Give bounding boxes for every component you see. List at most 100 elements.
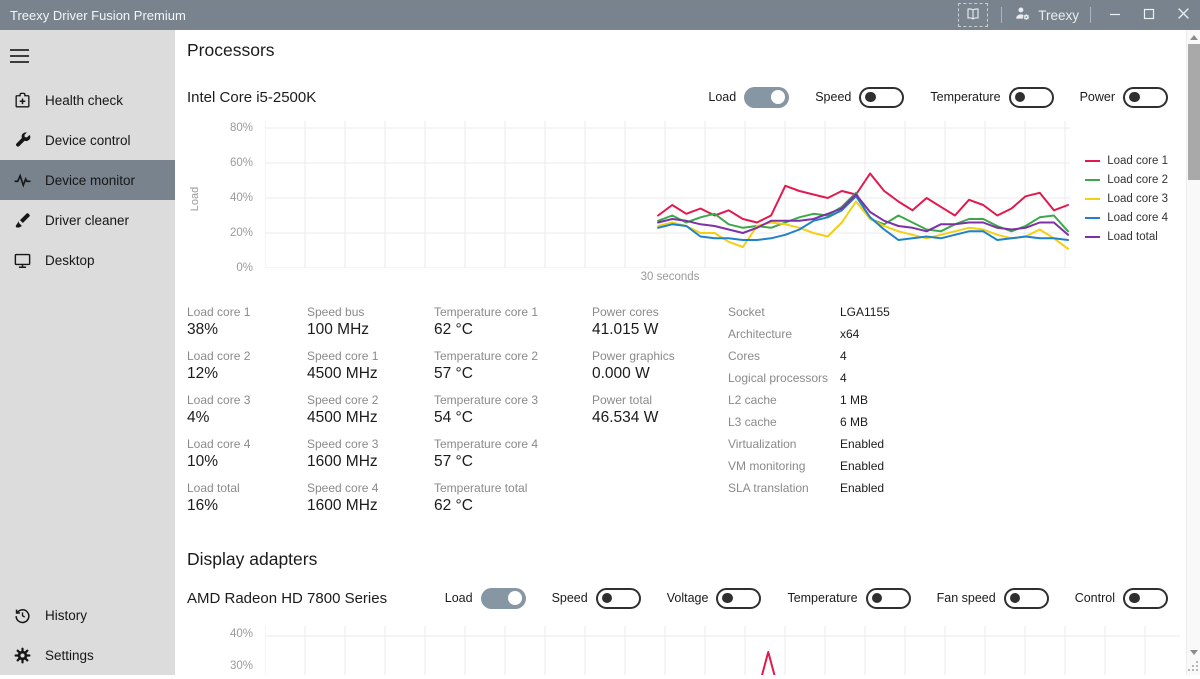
- series-swatch: [1085, 236, 1100, 239]
- ytick-60: 60%: [187, 156, 253, 170]
- cpu-load-chart: Load 80% 60% 40% 20% 0% 30 seconds Load …: [187, 121, 1168, 285]
- toggle-switch[interactable]: [596, 588, 641, 609]
- series-swatch: [1085, 217, 1100, 220]
- property-socket: SocketLGA1155: [728, 305, 890, 319]
- property-vm-monitoring: VM monitoringEnabled: [728, 459, 890, 473]
- toggle-switch[interactable]: [1004, 588, 1049, 609]
- stat-temp-core-3: Temperature core 354 °C: [434, 393, 592, 427]
- sidebar-item-label: Device control: [45, 133, 131, 148]
- stat-power-cores: Power cores41.015 W: [592, 305, 728, 339]
- cpu-toggle-temperature[interactable]: Temperature: [930, 87, 1053, 108]
- toggle-switch[interactable]: [866, 588, 911, 609]
- toggle-switch[interactable]: [716, 588, 761, 609]
- account-button[interactable]: Treexy: [1009, 0, 1083, 30]
- stat-temp-core-2: Temperature core 257 °C: [434, 349, 592, 383]
- scroll-thumb[interactable]: [1188, 44, 1200, 180]
- legend-item: Load core 2: [1085, 174, 1168, 186]
- scroll-up-button[interactable]: [1187, 30, 1200, 44]
- ytick-20: 20%: [187, 226, 253, 240]
- stat-load-total: Load total16%: [187, 481, 307, 515]
- ytick-40: 40%: [187, 627, 253, 641]
- toggle-switch[interactable]: [481, 588, 526, 609]
- close-icon: [1177, 7, 1190, 23]
- wrench-icon: [12, 130, 32, 150]
- scrollbar[interactable]: [1186, 30, 1200, 675]
- first-aid-kit-icon: [12, 90, 32, 110]
- sidebar-item-settings[interactable]: Settings: [0, 635, 175, 675]
- legend-item: Load total: [1085, 231, 1168, 243]
- scroll-down-button[interactable]: [1187, 645, 1200, 659]
- stat-speed-core-1: Speed core 14500 MHz: [307, 349, 434, 383]
- property-logical-processors: Logical processors4: [728, 371, 890, 385]
- hamburger-icon: [10, 49, 29, 51]
- stats-load-column: Load core 138% Load core 212% Load core …: [187, 305, 307, 525]
- sidebar-item-driver-cleaner[interactable]: Driver cleaner: [0, 200, 175, 240]
- toggle-switch[interactable]: [1123, 87, 1168, 108]
- stats-power-column: Power cores41.015 W Power graphics0.000 …: [592, 305, 728, 525]
- menu-toggle-button[interactable]: [10, 44, 38, 68]
- ytick-0: 0%: [187, 261, 253, 275]
- sidebar-item-health-check[interactable]: Health check: [0, 80, 175, 120]
- cpu-stats: Load core 138% Load core 212% Load core …: [187, 305, 1168, 525]
- user-gear-icon: [1013, 4, 1032, 26]
- sidebar-item-device-monitor[interactable]: Device monitor: [0, 160, 175, 200]
- stat-load-core-3: Load core 34%: [187, 393, 307, 427]
- toggle-switch[interactable]: [1123, 588, 1168, 609]
- cpu-toggle-power[interactable]: Power: [1080, 87, 1168, 108]
- cpu-toggle-speed[interactable]: Speed: [815, 87, 904, 108]
- pulse-icon: [12, 170, 32, 190]
- stat-speed-core-4: Speed core 41600 MHz: [307, 481, 434, 515]
- monitor-icon: [12, 250, 32, 270]
- maximize-button[interactable]: [1132, 0, 1166, 30]
- stat-power-total: Power total46.534 W: [592, 393, 728, 427]
- titlebar-separator: [1090, 7, 1091, 23]
- gpu-toggle-control[interactable]: Control: [1075, 588, 1168, 609]
- open-book-icon: [964, 6, 982, 25]
- stat-speed-core-2: Speed core 24500 MHz: [307, 393, 434, 427]
- toggle-switch[interactable]: [859, 87, 904, 108]
- series-swatch: [1085, 160, 1100, 163]
- gpu-toggle-load[interactable]: Load: [445, 588, 526, 609]
- gpu-device-name: AMD Radeon HD 7800 Series: [187, 590, 387, 607]
- titlebar-separator: [1001, 7, 1002, 23]
- toggle-switch[interactable]: [1009, 87, 1054, 108]
- gpu-toggle-temperature[interactable]: Temperature: [787, 588, 910, 609]
- stat-load-core-1: Load core 138%: [187, 305, 307, 339]
- ytick-40: 40%: [187, 191, 253, 205]
- main-content: Processors Intel Core i5-2500K Load Spee…: [175, 30, 1186, 675]
- brush-icon: [12, 210, 32, 230]
- maximize-icon: [1143, 8, 1155, 23]
- ytick-30: 30%: [187, 659, 253, 673]
- sidebar-item-device-control[interactable]: Device control: [0, 120, 175, 160]
- stats-speed-column: Speed bus100 MHz Speed core 14500 MHz Sp…: [307, 305, 434, 525]
- titlebar: Treexy Driver Fusion Premium: [0, 0, 1200, 30]
- minimize-button[interactable]: [1098, 0, 1132, 30]
- sidebar-item-label: Health check: [45, 93, 123, 108]
- section-title-processors: Processors: [187, 40, 1168, 61]
- sidebar-item-label: Device monitor: [45, 173, 135, 188]
- guide-button[interactable]: [958, 3, 988, 27]
- sidebar-item-label: Desktop: [45, 253, 95, 268]
- cpu-device-row: Intel Core i5-2500K Load Speed Temperatu…: [187, 83, 1168, 111]
- sidebar-item-desktop[interactable]: Desktop: [0, 240, 175, 280]
- minimize-icon: [1109, 8, 1121, 23]
- property-architecture: Architecturex64: [728, 327, 890, 341]
- property-cores: Cores4: [728, 349, 890, 363]
- stat-temp-core-1: Temperature core 162 °C: [434, 305, 592, 339]
- sidebar-item-history[interactable]: History: [0, 595, 175, 635]
- stats-temperature-column: Temperature core 162 °C Temperature core…: [434, 305, 592, 525]
- gpu-toggle-voltage[interactable]: Voltage: [667, 588, 762, 609]
- legend-item: Load core 3: [1085, 193, 1168, 205]
- gpu-toggle-fan-speed[interactable]: Fan speed: [937, 588, 1049, 609]
- triangle-down-icon: [1190, 650, 1198, 655]
- toggle-switch[interactable]: [744, 87, 789, 108]
- property-l2-cache: L2 cache1 MB: [728, 393, 890, 407]
- sidebar-footer: History Settings: [0, 595, 175, 675]
- cpu-chart-plot: [265, 121, 1070, 268]
- close-button[interactable]: [1166, 0, 1200, 30]
- gpu-toggle-speed[interactable]: Speed: [552, 588, 641, 609]
- resize-grip-icon[interactable]: [1187, 660, 1199, 674]
- cpu-toggle-load[interactable]: Load: [708, 87, 789, 108]
- cpu-chart-xlabel: 30 seconds: [615, 271, 725, 283]
- sidebar: Health check Device control Device monit…: [0, 30, 175, 675]
